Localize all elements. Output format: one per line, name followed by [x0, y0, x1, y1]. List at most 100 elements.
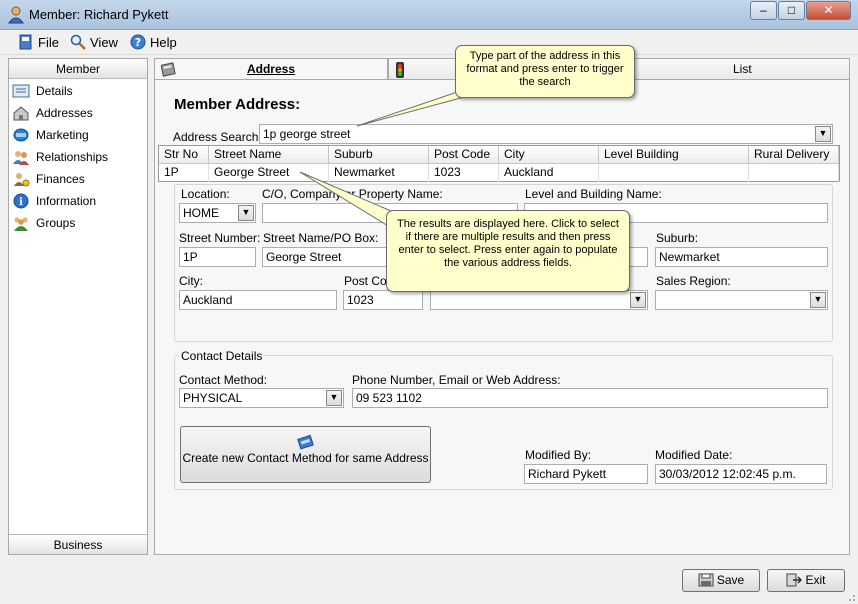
column-header-city[interactable]: City [499, 146, 599, 164]
contact-method-value: PHYSICAL [183, 391, 243, 405]
chevron-down-icon: ▼ [241, 207, 251, 217]
street-number-label: Street Number: [179, 231, 261, 245]
minimize-icon: – [760, 3, 767, 17]
sales-region-dropdown[interactable]: ▼ [810, 292, 826, 308]
chevron-down-icon: ▼ [329, 392, 339, 402]
maximize-button[interactable]: □ [778, 1, 805, 20]
phone-input[interactable]: 09 523 1102 [352, 388, 828, 408]
modified-by-label: Modified By: [525, 448, 592, 462]
magnifier-icon [70, 34, 86, 50]
sidebar-item-finances[interactable]: Finances [12, 168, 144, 190]
menu-help-label: Help [150, 35, 177, 50]
region-select[interactable]: ▼ [430, 290, 648, 310]
sidebar-item-addresses[interactable]: Addresses [12, 102, 144, 124]
contact-card-icon [297, 434, 314, 450]
co-label: C/O, Company or Property Name: [262, 187, 443, 201]
modified-date-value: 30/03/2012 12:02:45 p.m. [659, 467, 796, 481]
cell-city: Auckland [499, 164, 599, 182]
sidebar-item-label: Details [36, 84, 73, 98]
street-name-label: Street Name/PO Box: [263, 231, 379, 245]
save-label: Save [716, 573, 745, 587]
contact-method-select[interactable]: PHYSICAL ▼ [179, 388, 344, 408]
svg-text:i: i [19, 197, 23, 208]
location-label: Location: [181, 187, 230, 201]
sidebar-item-marketing[interactable]: Marketing [12, 124, 144, 146]
suburb-input[interactable]: Newmarket [655, 247, 828, 267]
sidebar-item-information[interactable]: i Information [12, 190, 144, 212]
help-icon: ? [130, 34, 146, 50]
city-value: Auckland [183, 293, 233, 307]
tab-address[interactable]: Address [154, 58, 388, 80]
results-hint-callout: The results are displayed here. Click to… [386, 210, 630, 292]
menu-file[interactable]: File [18, 34, 59, 52]
tab-list-label: List [733, 62, 752, 76]
exit-button[interactable]: Exit [767, 569, 845, 592]
sidebar-item-label: Relationships [36, 150, 109, 164]
contact-method-label: Contact Method: [179, 373, 268, 387]
close-button[interactable]: ✕ [806, 1, 851, 20]
sidebar-item-label: Marketing [36, 128, 89, 142]
addresses-icon [13, 106, 29, 121]
sidebar-footer[interactable]: Business [9, 534, 147, 554]
cell-street-name: George Street [209, 164, 329, 182]
minimize-button[interactable]: – [750, 1, 777, 20]
street-name-value: George Street [266, 250, 342, 264]
location-value: HOME [183, 206, 219, 220]
create-contact-method-button[interactable]: Create new Contact Method for same Addre… [180, 426, 431, 483]
cell-level-building [599, 164, 749, 182]
column-header-post-code[interactable]: Post Code [429, 146, 499, 164]
column-header-suburb[interactable]: Suburb [329, 146, 429, 164]
groups-icon [14, 217, 28, 231]
information-icon: i [13, 193, 29, 209]
chevron-down-icon: ▼ [813, 294, 823, 304]
chevron-down-icon: ▼ [633, 294, 643, 304]
sidebar-item-details[interactable]: Details [12, 80, 144, 102]
details-icon [12, 84, 30, 98]
chevron-down-icon: ▼ [818, 128, 828, 138]
title-bar: Member: Richard Pykett – □ ✕ [0, 0, 858, 30]
menu-bar: File View ? Help [0, 30, 858, 55]
column-header-rural-delivery[interactable]: Rural Delivery [749, 146, 839, 164]
save-button[interactable]: Save [682, 569, 760, 592]
sidebar-item-groups[interactable]: Groups [12, 212, 144, 234]
member-app-icon [8, 6, 24, 24]
sidebar-item-label: Information [36, 194, 97, 208]
address-search-dropdown[interactable]: ▼ [815, 126, 831, 142]
sidebar: Member Details Addresses Marketing Relat… [8, 58, 148, 555]
file-icon [19, 34, 32, 50]
address-results-grid: Str No Street Name Suburb Post Code City… [158, 145, 840, 182]
location-select[interactable]: HOME ▼ [179, 203, 256, 223]
suburb-value: Newmarket [659, 250, 720, 264]
postcode-value: 1023 [347, 293, 374, 307]
street-number-input[interactable]: 1P [179, 247, 256, 267]
phone-value: 09 523 1102 [356, 391, 422, 405]
page-title: Member Address: [174, 96, 301, 113]
address-search-value: 1p george street [263, 127, 351, 141]
location-dropdown[interactable]: ▼ [238, 205, 254, 221]
sales-region-label: Sales Region: [656, 274, 731, 288]
contact-method-dropdown[interactable]: ▼ [326, 390, 342, 406]
address-search-input[interactable]: 1p george street ▼ [259, 124, 833, 144]
sidebar-header[interactable]: Member [9, 59, 147, 79]
street-number-value: 1P [183, 250, 198, 264]
menu-help[interactable]: ? Help [130, 34, 177, 52]
column-header-str-no[interactable]: Str No [159, 146, 209, 164]
contact-details-legend: Contact Details [179, 349, 265, 363]
tab-address-label: Address [246, 62, 296, 76]
region-dropdown[interactable]: ▼ [630, 292, 646, 308]
address-book-icon [161, 62, 176, 77]
create-contact-method-label: Create new Contact Method for same Addre… [182, 451, 429, 465]
column-header-level-building[interactable]: Level Building [599, 146, 749, 164]
menu-view[interactable]: View [70, 34, 118, 52]
city-input[interactable]: Auckland [179, 290, 337, 310]
level-building-label: Level and Building Name: [525, 187, 662, 201]
column-header-street-name[interactable]: Street Name [209, 146, 329, 164]
sidebar-item-relationships[interactable]: Relationships [12, 146, 144, 168]
modified-by-value: Richard Pykett [528, 467, 607, 481]
postcode-input[interactable]: 1023 [343, 290, 423, 310]
table-row[interactable]: 1P George Street Newmarket 1023 Auckland [159, 164, 839, 182]
sales-region-select[interactable]: ▼ [655, 290, 828, 310]
resize-grip-icon[interactable] [845, 591, 857, 603]
cell-rural-delivery [749, 164, 839, 182]
svg-text:?: ? [135, 36, 141, 49]
